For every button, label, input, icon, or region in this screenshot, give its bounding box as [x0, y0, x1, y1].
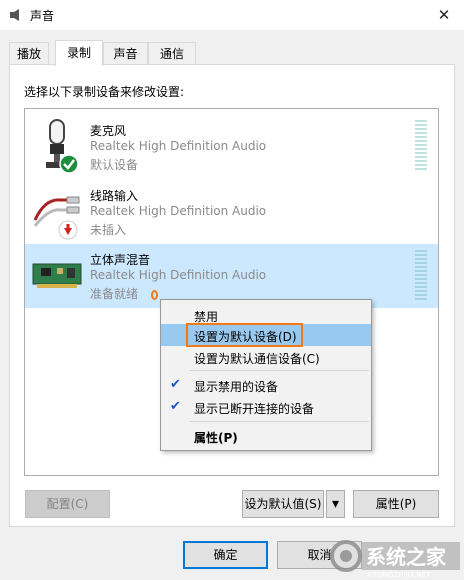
device-driver: Realtek High Definition Audio — [90, 268, 267, 282]
highlight-annotation-box — [186, 323, 303, 347]
watermark-subtext: XITONGZHIJIA.NET — [366, 571, 431, 579]
speaker-icon — [10, 9, 19, 21]
tab-sounds[interactable]: 声音 — [103, 42, 148, 64]
device-status: 默认设备 — [90, 158, 139, 172]
menu-item-show-disconnected-devices[interactable]: ✔ 显示已断开连接的设备 — [161, 396, 371, 418]
watermark-text: 系统之家 — [366, 545, 447, 569]
click-indicator — [151, 290, 158, 300]
configure-button[interactable]: 配置(C) — [25, 490, 110, 518]
level-meter — [415, 250, 427, 302]
device-driver: Realtek High Definition Audio — [90, 204, 267, 218]
menu-separator — [189, 421, 369, 422]
device-name: 麦克风 — [90, 124, 127, 138]
set-default-button[interactable]: 设为默认值(S) — [242, 490, 324, 518]
device-name: 立体声混音 — [90, 253, 151, 267]
window-title: 声音 — [30, 9, 55, 23]
menu-item-set-default-comm-device[interactable]: 设置为默认通信设备(C) — [161, 346, 371, 368]
sound-card-icon — [32, 263, 82, 288]
tab-playback[interactable]: 播放 — [9, 42, 49, 64]
device-item-microphone[interactable]: 麦克风 Realtek High Definition Audio 默认设备 — [25, 114, 438, 178]
tab-recording[interactable]: 录制 — [55, 40, 103, 66]
instruction-text: 选择以下录制设备来修改设置: — [24, 85, 185, 99]
check-icon: ✔ — [170, 377, 181, 392]
context-menu: 禁用 设置为默认设备(D) 设置为默认通信设备(C) ✔ 显示禁用的设备 ✔ 显… — [160, 299, 372, 451]
device-driver: Realtek High Definition Audio — [90, 139, 267, 153]
red-down-arrow-badge-icon — [58, 220, 78, 240]
level-meter — [415, 120, 427, 172]
check-icon: ✔ — [170, 399, 181, 414]
device-status: 未插入 — [90, 223, 127, 237]
device-status: 准备就绪 — [90, 287, 139, 301]
set-default-dropdown-arrow-icon[interactable]: ▾ — [326, 490, 345, 518]
watermark-logo: 系统之家 XITONGZHIJIA.NET — [330, 540, 460, 579]
tab-communications[interactable]: 通信 — [148, 42, 196, 64]
device-item-line-in[interactable]: 线路输入 Realtek High Definition Audio 未插入 — [25, 180, 438, 244]
menu-item-show-disabled-devices[interactable]: ✔ 显示禁用的设备 — [161, 374, 371, 396]
menu-item-properties[interactable]: 属性(P) — [161, 425, 371, 447]
device-name: 线路输入 — [90, 189, 139, 203]
title-bar — [0, 0, 464, 30]
properties-button[interactable]: 属性(P) — [353, 490, 439, 518]
close-icon[interactable]: ✕ — [432, 3, 456, 27]
menu-separator — [189, 370, 369, 371]
green-check-badge-icon — [59, 154, 79, 174]
ok-button[interactable]: 确定 — [183, 541, 268, 569]
